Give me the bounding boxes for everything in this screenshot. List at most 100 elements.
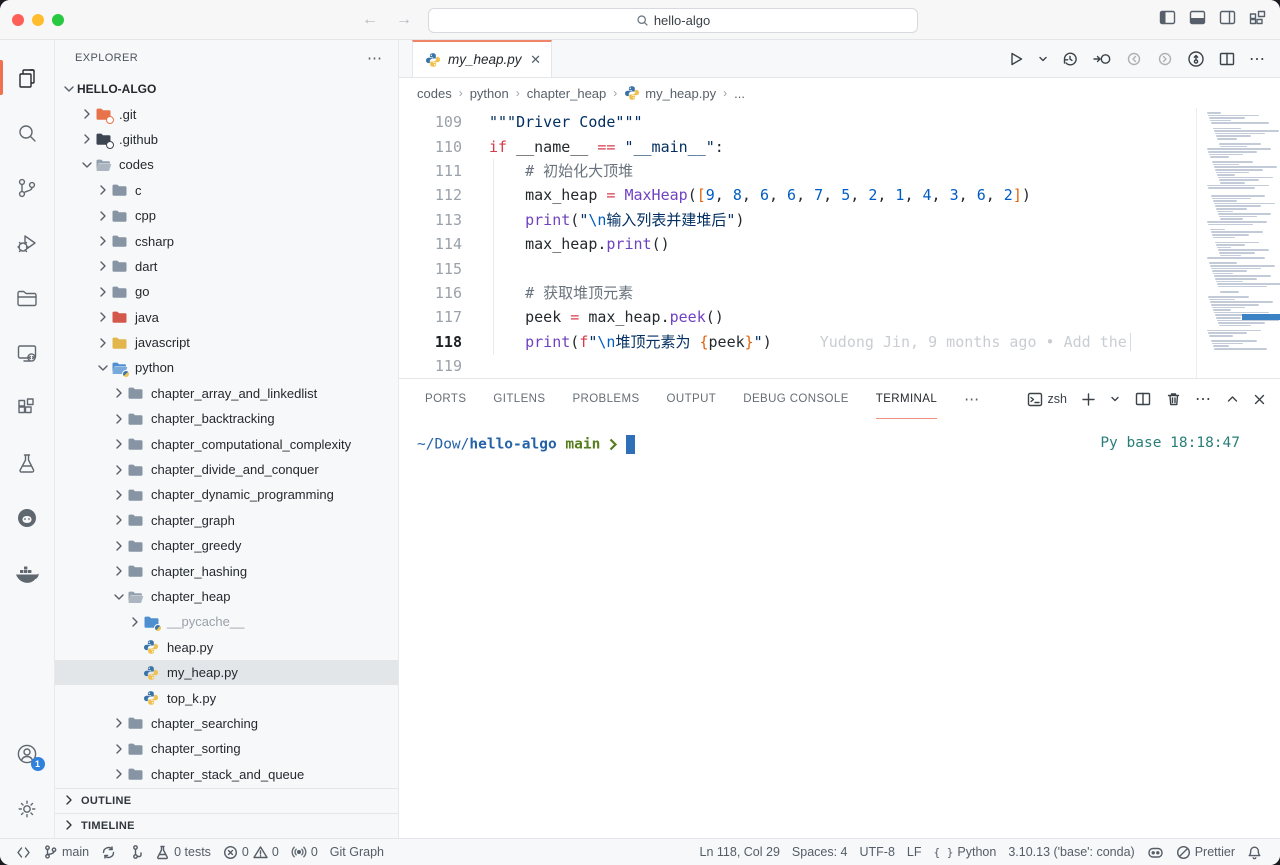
status-problems[interactable]: 00 <box>217 845 285 860</box>
activity-item-remote-explorer[interactable] <box>0 325 55 380</box>
new-terminal-button[interactable] <box>1081 392 1096 407</box>
toggle-primary-sidebar-button[interactable] <box>1159 10 1176 25</box>
accounts-button[interactable]: 1 <box>0 726 55 781</box>
chevron-down-icon[interactable] <box>95 360 111 376</box>
chevron-right-icon[interactable] <box>111 385 127 401</box>
chevron-right-icon[interactable] <box>127 614 143 630</box>
panel-tab-problems[interactable]: PROBLEMS <box>572 379 639 419</box>
tree-item-chapter-stack-and-queue[interactable]: chapter_stack_and_queue <box>55 762 398 787</box>
tree-item-chapter-greedy[interactable]: chapter_greedy <box>55 533 398 558</box>
line-number[interactable]: 113 <box>399 211 462 229</box>
chevron-right-icon[interactable] <box>111 411 127 427</box>
tree-item-chapter-array-and-linkedlist[interactable]: chapter_array_and_linkedlist <box>55 381 398 406</box>
status-notifications[interactable] <box>1241 845 1268 860</box>
chevron-right-icon[interactable] <box>111 538 127 554</box>
status-copilot[interactable] <box>1141 845 1170 860</box>
tree-root-hello-algo[interactable]: HELLO-ALGO <box>55 76 398 101</box>
terminal-dropdown-chevron-icon[interactable] <box>1110 394 1120 404</box>
line-number[interactable]: 109 <box>399 113 462 131</box>
status-encoding[interactable]: UTF-8 <box>854 845 901 859</box>
timeline-icon[interactable] <box>1061 50 1079 68</box>
panel-tab-gitlens[interactable]: GITLENS <box>493 379 545 419</box>
terminal[interactable]: ~/Dow/hello-algo main Py base 18:18:47 <box>399 419 1280 838</box>
tree-item-chapter-graph[interactable]: chapter_graph <box>55 508 398 533</box>
kill-terminal-button[interactable] <box>1166 391 1181 407</box>
timeline-section[interactable]: TIMELINE <box>55 813 398 838</box>
editor-more-actions-button[interactable]: ⋯ <box>1249 49 1266 69</box>
chevron-right-icon[interactable] <box>95 258 111 274</box>
toggle-secondary-sidebar-button[interactable] <box>1219 10 1236 25</box>
toggle-panel-button[interactable] <box>1189 10 1206 25</box>
activity-item-testing[interactable] <box>0 435 55 490</box>
status-tests[interactable]: 0 tests <box>149 844 217 860</box>
panel-tab-output[interactable]: OUTPUT <box>667 379 717 419</box>
tree-item--git[interactable]: .git <box>55 101 398 126</box>
panel-tab-debug-console[interactable]: DEBUG CONSOLE <box>743 379 849 419</box>
split-terminal-button[interactable] <box>1134 391 1152 407</box>
chevron-right-icon[interactable] <box>95 208 111 224</box>
breadcrumb-item-chapter-heap[interactable]: chapter_heap <box>527 86 607 101</box>
chevron-right-icon[interactable] <box>111 436 127 452</box>
tree-item-top-k-py[interactable]: top_k.py <box>55 685 398 710</box>
activity-item-run-debug[interactable] <box>0 215 55 270</box>
sidebar-more-actions-button[interactable]: ⋯ <box>367 49 384 67</box>
tree-item-dart[interactable]: dart <box>55 254 398 279</box>
chevron-right-icon[interactable] <box>95 233 111 249</box>
activity-item-file-explorer-alt[interactable] <box>0 270 55 325</box>
status-python-interpreter[interactable]: 3.10.13 ('base': conda) <box>1002 845 1140 859</box>
line-number[interactable]: 111 <box>399 162 462 180</box>
chevron-right-icon[interactable] <box>95 309 111 325</box>
customize-layout-button[interactable] <box>1249 10 1266 25</box>
tree-item-chapter-heap[interactable]: chapter_heap <box>55 584 398 609</box>
zoom-window-button[interactable] <box>52 14 64 26</box>
tree-item-my-heap-py[interactable]: my_heap.py <box>55 660 398 685</box>
tree-item-csharp[interactable]: csharp <box>55 228 398 253</box>
chevron-right-icon[interactable] <box>111 563 127 579</box>
breadcrumb-item-python[interactable]: python <box>470 86 509 101</box>
chevron-right-icon[interactable] <box>95 182 111 198</box>
tree-item-chapter-hashing[interactable]: chapter_hashing <box>55 558 398 583</box>
tree-item-javascript[interactable]: javascript <box>55 330 398 355</box>
maximize-panel-button[interactable] <box>1226 393 1239 406</box>
status-language-mode[interactable]: { }Python <box>928 845 1003 859</box>
tree-item--github[interactable]: .github <box>55 127 398 152</box>
close-panel-button[interactable] <box>1253 393 1266 406</box>
line-number[interactable]: 115 <box>399 260 462 278</box>
activity-item-search[interactable] <box>0 105 55 160</box>
tab-my-heap-py[interactable]: my_heap.py ✕ <box>412 40 552 77</box>
line-number[interactable]: 118 <box>399 333 462 351</box>
panel-tab-terminal[interactable]: TERMINAL <box>876 379 937 419</box>
status-gitlens[interactable] <box>122 844 149 860</box>
breadcrumb-item-my-heap-py[interactable]: my_heap.py <box>624 85 716 101</box>
chevron-right-icon[interactable] <box>111 715 127 731</box>
status-cursor-position[interactable]: Ln 118, Col 29 <box>694 845 786 859</box>
tree-item--pycache-[interactable]: __pycache__ <box>55 609 398 634</box>
split-editor-button[interactable] <box>1218 51 1236 67</box>
chevron-right-icon[interactable] <box>111 487 127 503</box>
tree-item-chapter-backtracking[interactable]: chapter_backtracking <box>55 406 398 431</box>
chevron-right-icon[interactable] <box>111 766 127 782</box>
breadcrumb-item--[interactable]: ... <box>734 86 745 101</box>
activity-item-github[interactable] <box>0 490 55 545</box>
tree-item-chapter-divide-and-conquer[interactable]: chapter_divide_and_conquer <box>55 457 398 482</box>
tree-item-chapter-dynamic-programming[interactable]: chapter_dynamic_programming <box>55 482 398 507</box>
tree-item-go[interactable]: go <box>55 279 398 304</box>
tree-item-python[interactable]: python <box>55 355 398 380</box>
status-ports[interactable]: 0 <box>285 845 324 859</box>
tree-item-codes[interactable]: codes <box>55 152 398 177</box>
line-number[interactable]: 114 <box>399 235 462 253</box>
editor[interactable]: 109"""Driver Code"""110if __name__ == "_… <box>399 108 1280 378</box>
previous-change-button[interactable] <box>1125 51 1143 67</box>
settings-button[interactable] <box>0 781 55 836</box>
chevron-right-icon[interactable] <box>79 131 95 147</box>
command-center-search[interactable]: hello-algo <box>428 8 918 33</box>
status-git-branch[interactable]: main <box>37 844 95 860</box>
line-number[interactable]: 116 <box>399 284 462 302</box>
close-tab-icon[interactable]: ✕ <box>530 52 541 68</box>
chevron-right-icon[interactable] <box>95 335 111 351</box>
run-python-file-button[interactable] <box>1007 50 1025 68</box>
panel-more-actions-button[interactable]: ⋯ <box>1195 389 1212 409</box>
run-dropdown-chevron-icon[interactable] <box>1038 54 1048 64</box>
outline-section[interactable]: OUTLINE <box>55 788 398 813</box>
minimap[interactable] <box>1196 108 1280 378</box>
